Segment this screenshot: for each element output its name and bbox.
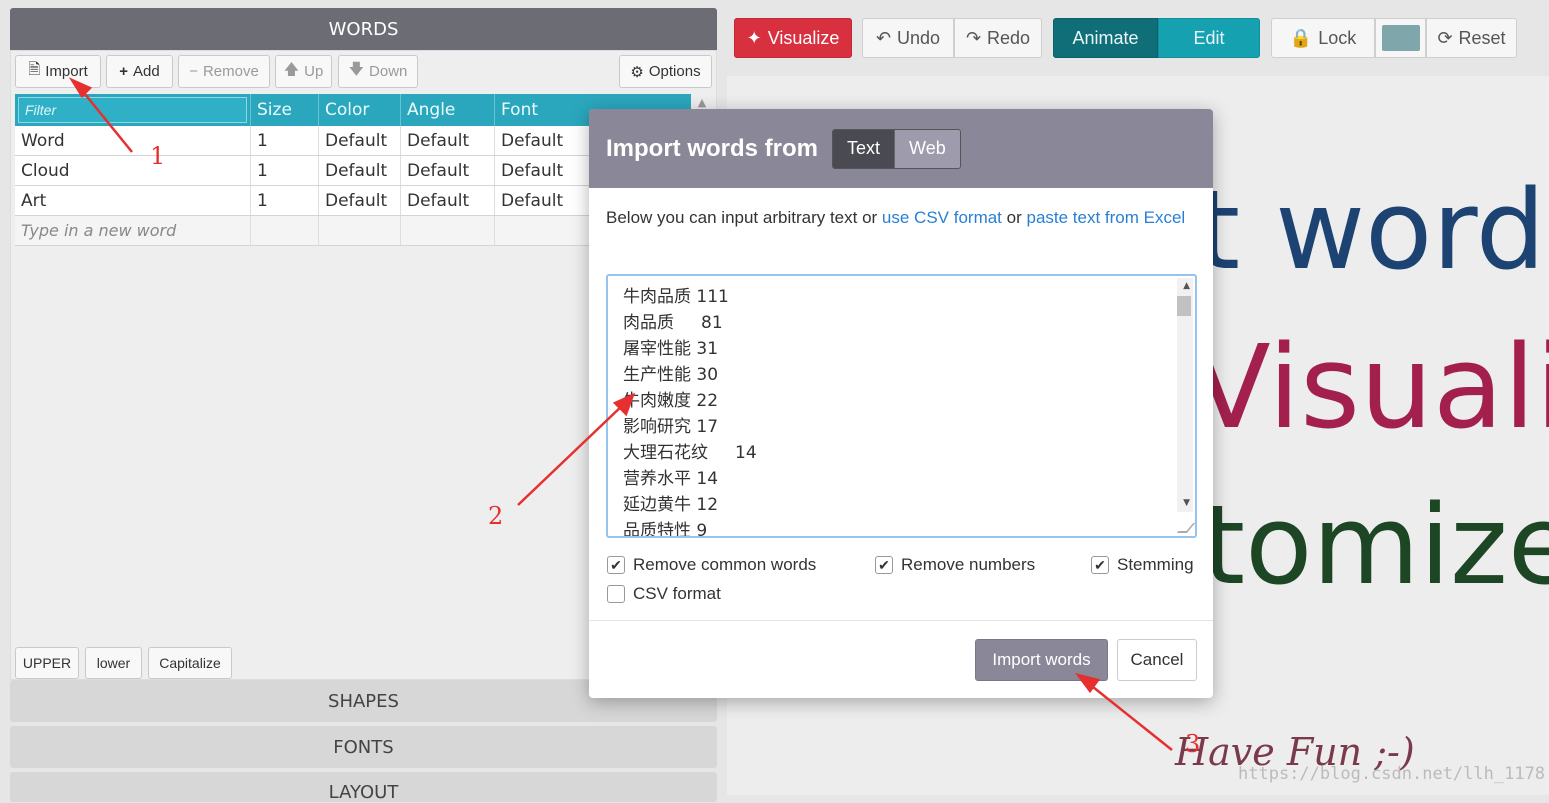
annotation-arrow-2	[517, 402, 626, 506]
annotation-label-3: 3	[1185, 730, 1201, 758]
annotation-arrows	[68, 77, 1173, 751]
annotation-label-1: 1	[150, 142, 166, 170]
annotation-label-2: 2	[488, 502, 504, 530]
annotation-arrow-1	[79, 87, 133, 153]
annotation-arrow-3	[1087, 682, 1173, 751]
annotation-arrowhead-1	[68, 77, 93, 98]
